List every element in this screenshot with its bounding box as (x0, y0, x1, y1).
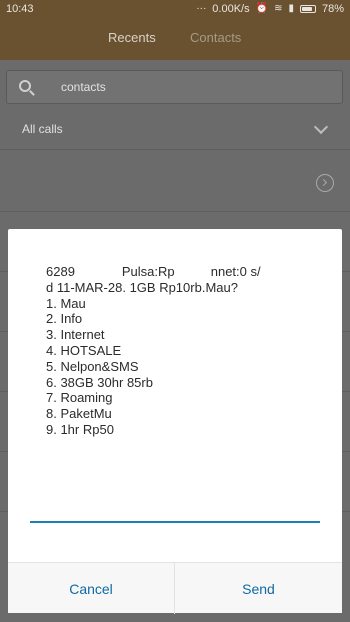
battery-percent: 78% (321, 3, 344, 15)
signal-icon: ▮ (288, 3, 294, 14)
wifi-icon: ≋ (274, 3, 283, 14)
reply-input[interactable] (30, 521, 320, 523)
app-header: 10:43 ··· 0.00K/s ⏰ ≋ ▮ 78% Recents Cont… (0, 0, 350, 60)
status-time: 10:43 (6, 3, 34, 15)
list-item[interactable] (0, 152, 350, 212)
dialog-actions: Cancel Send (8, 562, 342, 614)
battery-icon (299, 5, 316, 13)
send-button[interactable]: Send (175, 563, 342, 614)
dialog-message: 6289 Pulsa:Rp nnet:0 s/ d 11-MAR-28. 1GB… (46, 264, 261, 437)
tab-contacts[interactable]: Contacts (190, 30, 241, 45)
call-filter-label: All calls (22, 122, 63, 136)
more-icon: ··· (196, 3, 207, 14)
chevron-right-icon[interactable] (316, 174, 334, 192)
cancel-button[interactable]: Cancel (8, 563, 175, 614)
tab-bar: Recents Contacts (0, 30, 350, 54)
search-value: contacts (61, 80, 106, 94)
search-icon (19, 80, 31, 92)
tab-recents[interactable]: Recents (108, 30, 156, 45)
search-input[interactable]: contacts (6, 70, 343, 104)
status-right: ··· 0.00K/s ⏰ ≋ ▮ 78% (196, 3, 344, 15)
call-filter[interactable]: All calls (0, 112, 350, 150)
network-speed: 0.00K/s (212, 3, 250, 15)
ussd-dialog: 6289 Pulsa:Rp nnet:0 s/ d 11-MAR-28. 1GB… (8, 229, 342, 614)
status-bar: 10:43 ··· 0.00K/s ⏰ ≋ ▮ 78% (0, 0, 350, 20)
alarm-icon: ⏰ (255, 3, 269, 14)
chevron-down-icon (313, 119, 329, 135)
